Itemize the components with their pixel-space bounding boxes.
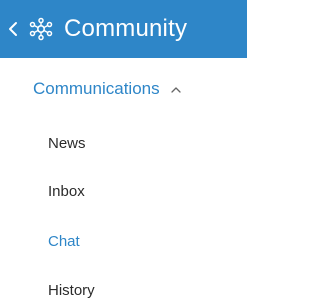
nav-item-history[interactable]: History	[48, 282, 95, 299]
section-toggle-communications[interactable]: Communications	[33, 79, 181, 99]
nav-item-chat[interactable]: Chat	[48, 233, 80, 250]
header-bar: Community	[0, 0, 247, 58]
nav-item-news[interactable]: News	[48, 135, 86, 152]
page-title: Community	[64, 15, 188, 42]
chevron-up-icon	[170, 84, 181, 94]
community-network-icon	[28, 16, 54, 42]
nav-item-inbox[interactable]: Inbox	[48, 183, 85, 200]
section-label: Communications	[33, 79, 160, 98]
chevron-left-icon[interactable]	[8, 19, 22, 39]
